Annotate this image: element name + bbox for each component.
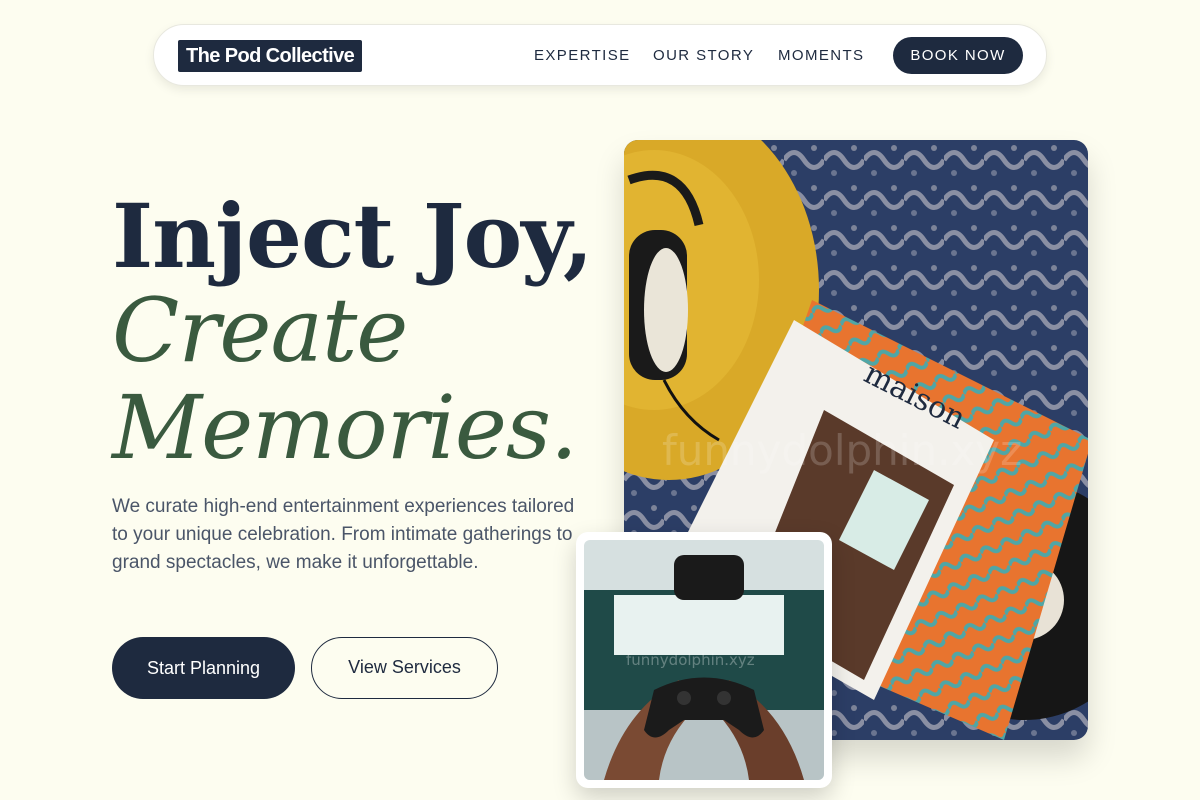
hero-headline-line-2: Create: [112, 279, 408, 382]
start-planning-button[interactable]: Start Planning: [112, 637, 295, 699]
nav-link-moments[interactable]: MOMENTS: [778, 47, 864, 65]
landing-page: The Pod Collective EXPERTISE OUR STORY M…: [0, 0, 1200, 800]
watermark-text: funnydolphin.xyz: [662, 426, 1022, 475]
gaming-controller-image: funnydolphin.xyz: [584, 540, 824, 780]
hero-description: We curate high-end entertainment experie…: [112, 496, 575, 573]
brand-logo[interactable]: The Pod Collective: [178, 40, 363, 72]
hero-headline-line-1: Inject Joy,: [112, 184, 594, 288]
nav-link-expertise[interactable]: EXPERTISE: [534, 47, 631, 65]
secondary-image-card: funnydolphin.xyz: [576, 532, 832, 788]
nav-link-our-story[interactable]: OUR STORY: [653, 47, 754, 65]
book-now-button[interactable]: BOOK NOW: [893, 37, 1023, 74]
small-watermark-text: funnydolphin.xyz: [626, 651, 755, 669]
hero-headline-line-3: Memories.: [112, 376, 578, 479]
top-nav: The Pod Collective EXPERTISE OUR STORY M…: [153, 24, 1047, 86]
view-services-button[interactable]: View Services: [311, 637, 498, 699]
